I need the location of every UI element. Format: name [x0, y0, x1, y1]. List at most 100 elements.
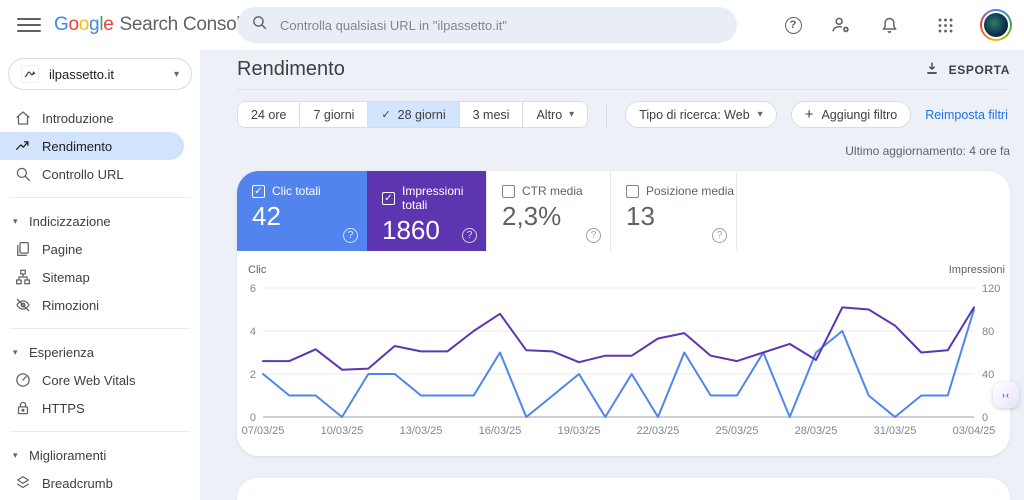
caret-down-icon: ▾	[13, 449, 18, 460]
add-filter-chip[interactable]: + Aggiungi filtro	[790, 101, 912, 128]
sidebar-item-sitemap[interactable]: Sitemap	[0, 263, 200, 291]
svg-text:4: 4	[250, 326, 256, 338]
manage-users-icon[interactable]	[828, 12, 854, 38]
help-icon[interactable]: ?	[586, 228, 601, 243]
sidebar-item-core-web-vitals[interactable]: Core Web Vitals	[0, 366, 200, 394]
help-icon[interactable]: ?	[712, 228, 727, 243]
chevron-down-icon: ▾	[569, 109, 575, 120]
side-panel-toggle-button[interactable]: ›‹	[993, 382, 1019, 408]
date-range-selector: 24 ore 7 giorni ✓ 28 giorni 3 mesi Altro ▾	[237, 101, 589, 128]
sidebar-item-controllo-url[interactable]: Controllo URL	[0, 160, 200, 188]
search-type-chip[interactable]: Tipo di ricerca: Web ▾	[625, 101, 777, 128]
sidebar-section-miglioramenti[interactable]: ▾ Miglioramenti	[0, 441, 200, 469]
help-icon[interactable]: ?	[780, 12, 806, 38]
metric-label: Clic totali	[272, 184, 321, 198]
svg-text:03/04/25: 03/04/25	[953, 425, 996, 437]
sidebar-item-breadcrumb[interactable]: Breadcrumb	[0, 469, 200, 497]
removals-icon	[14, 296, 32, 314]
chevron-down-icon: ▾	[757, 109, 763, 120]
svg-text:120: 120	[982, 283, 1000, 295]
page-title: Rendimento	[237, 58, 345, 80]
svg-text:31/03/25: 31/03/25	[874, 425, 917, 437]
sidebar-section-esperienza[interactable]: ▾ Esperienza	[0, 338, 200, 366]
range-option-28-giorni[interactable]: ✓ 28 giorni	[368, 102, 460, 127]
performance-card: ✓ Clic totali 42? ✓ Impressioni totali 1860? C…	[237, 171, 1010, 456]
svg-text:0: 0	[982, 412, 988, 424]
svg-text:2: 2	[250, 369, 256, 381]
range-option-altro[interactable]: Altro ▾	[523, 102, 588, 127]
url-inspection-searchbox[interactable]	[237, 7, 737, 43]
caret-down-icon: ▾	[13, 346, 18, 357]
notifications-icon[interactable]	[876, 12, 902, 38]
account-avatar[interactable]	[980, 9, 1012, 41]
sidebar-divider	[10, 328, 190, 329]
download-icon	[924, 60, 940, 79]
filters-separator	[606, 102, 608, 127]
product-logo[interactable]: Google Search Console	[54, 14, 251, 36]
reset-filters-link[interactable]: Reimposta filtri	[925, 108, 1008, 122]
svg-text:6: 6	[250, 283, 256, 295]
chart-canvas: 0 2 4 6 0 40 80 120 Clic Impressioni 07/03/25 10/03…	[242, 264, 1005, 437]
metric-label: Impressioni totali	[402, 184, 464, 212]
core-web-vitals-icon	[14, 371, 32, 389]
apps-grid-icon[interactable]	[932, 12, 958, 38]
total-impressions-checkbox[interactable]: ✓	[382, 191, 395, 205]
check-icon: ✓	[381, 109, 391, 121]
sidebar-item-rendimento[interactable]: Rendimento	[0, 132, 184, 160]
svg-text:28/03/25: 28/03/25	[795, 425, 838, 437]
property-favicon	[21, 65, 39, 83]
svg-text:25/03/25: 25/03/25	[716, 425, 759, 437]
caret-down-icon: ▾	[13, 215, 18, 226]
sidebar-nav: Introduzione Rendimento Controllo URL ▾ Indi…	[0, 104, 200, 500]
sidebar-item-https[interactable]: HTTPS	[0, 394, 200, 422]
svg-text:40: 40	[982, 369, 994, 381]
google-logo: Google	[54, 14, 114, 35]
plus-icon: +	[804, 106, 814, 123]
svg-text:16/03/25: 16/03/25	[479, 425, 522, 437]
metric-tiles: ✓ Clic totali 42? ✓ Impressioni totali 1860? C…	[237, 171, 1010, 251]
average-ctr-checkbox[interactable]	[502, 184, 515, 198]
total-clicks-checkbox[interactable]: ✓	[252, 184, 265, 198]
sitemap-icon	[14, 268, 32, 286]
metric-tile-average-position[interactable]: Posizione media 13?	[610, 171, 737, 251]
sidebar-divider	[10, 431, 190, 432]
average-position-checkbox[interactable]	[626, 184, 639, 198]
sidebar-item-rimozioni[interactable]: Rimozioni	[0, 291, 200, 319]
property-name: ilpassetto.it	[49, 66, 115, 82]
main-content: Rendimento ESPORTA 24 ore 7 giorni ✓ 28 gio…	[200, 50, 1024, 500]
property-selector[interactable]: ilpassetto.it ▾	[8, 58, 192, 90]
svg-text:07/03/25: 07/03/25	[242, 425, 285, 437]
metric-tile-total-impressions[interactable]: ✓ Impressioni totali 1860?	[367, 171, 486, 251]
svg-text:10/03/25: 10/03/25	[321, 425, 364, 437]
pages-icon	[14, 240, 32, 258]
sidebar-divider	[10, 197, 190, 198]
metric-label: Posizione media	[646, 184, 735, 198]
filters-bar: 24 ore 7 giorni ✓ 28 giorni 3 mesi Altro ▾ Tip…	[237, 101, 1010, 128]
search-input[interactable]	[280, 17, 723, 33]
performance-chart[interactable]: 0 2 4 6 0 40 80 120 Clic Impressioni 07/03/25 10/03…	[237, 251, 1010, 456]
range-option-24-ore[interactable]: 24 ore	[238, 102, 301, 127]
metric-tile-total-clicks[interactable]: ✓ Clic totali 42?	[237, 171, 367, 251]
range-option-3-mesi[interactable]: 3 mesi	[459, 102, 524, 127]
search-icon	[251, 14, 268, 36]
help-icon[interactable]: ?	[343, 228, 358, 243]
breadcrumb-icon	[14, 474, 32, 492]
export-button[interactable]: ESPORTA	[924, 60, 1010, 79]
avatar-image	[982, 11, 1010, 39]
svg-text:0: 0	[250, 412, 256, 424]
home-icon	[14, 109, 32, 127]
metric-label: CTR media	[522, 184, 583, 198]
sidebar-item-introduzione[interactable]: Introduzione	[0, 104, 200, 132]
svg-text:13/03/25: 13/03/25	[400, 425, 443, 437]
sidebar: ilpassetto.it ▾ Introduzione Rendimento Co…	[0, 50, 200, 500]
url-inspection-icon	[14, 165, 32, 183]
metric-tile-average-ctr[interactable]: CTR media 2,3%?	[486, 171, 610, 251]
range-option-7-giorni[interactable]: 7 giorni	[300, 102, 369, 127]
sidebar-section-indicizzazione[interactable]: ▾ Indicizzazione	[0, 207, 200, 235]
sidebar-item-pagine[interactable]: Pagine	[0, 235, 200, 263]
svg-text:19/03/25: 19/03/25	[558, 425, 601, 437]
menu-icon[interactable]	[17, 13, 41, 37]
help-icon[interactable]: ?	[462, 228, 477, 243]
topbar: Google Search Console ?	[0, 0, 1024, 50]
last-updated-text: Ultimo aggiornamento: 4 ore fa	[845, 144, 1010, 158]
